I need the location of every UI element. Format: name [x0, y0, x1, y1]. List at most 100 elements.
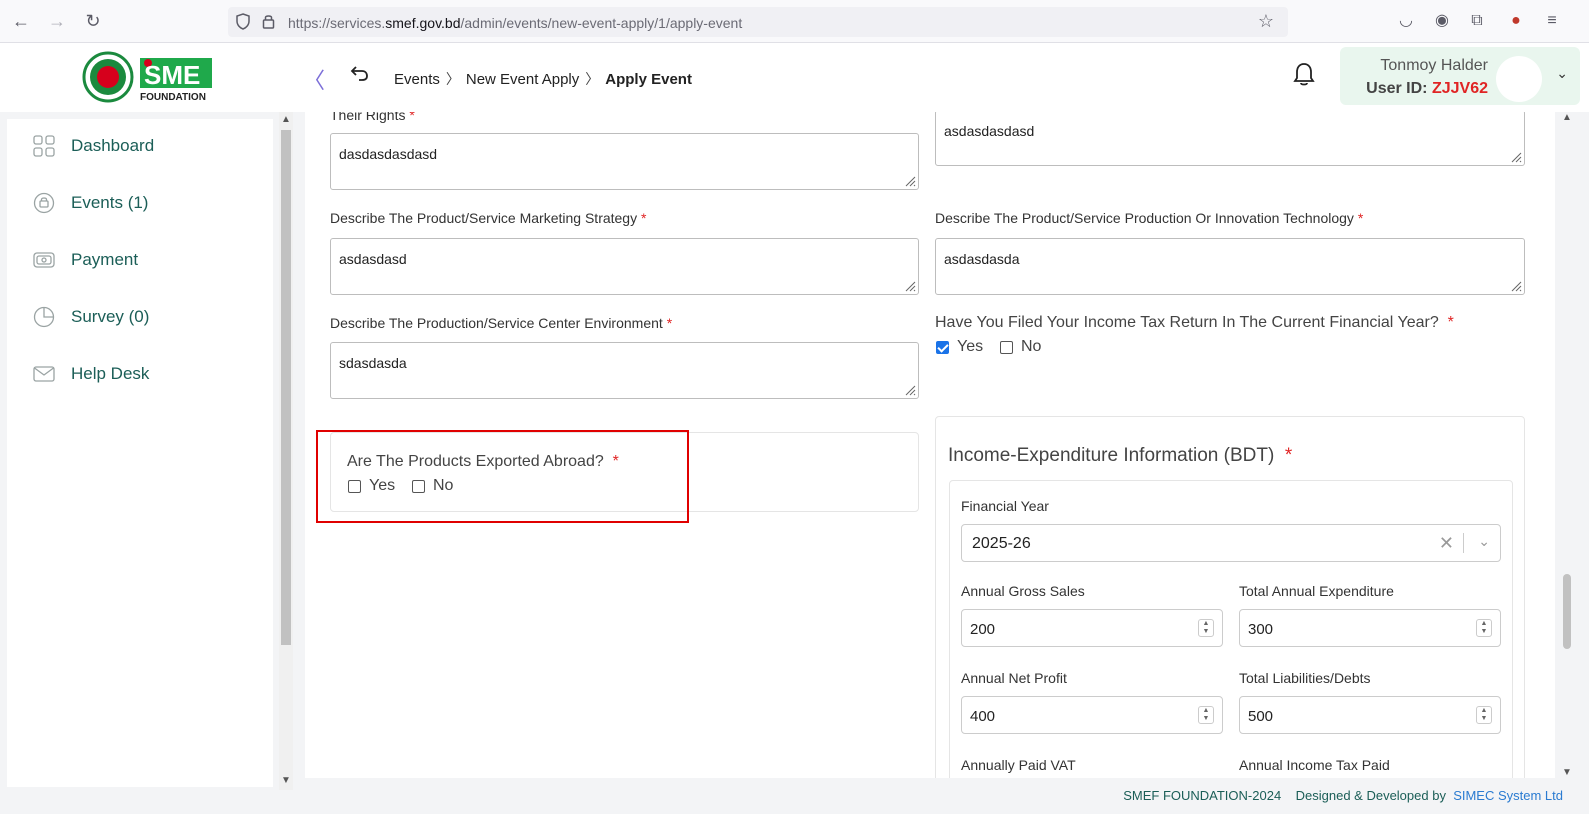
- pie-chart-icon: [33, 306, 55, 328]
- mail-icon: [33, 366, 55, 382]
- breadcrumb: Events 〉 New Event Apply 〉 Apply Event: [394, 69, 692, 89]
- tax-no-label: No: [1021, 338, 1042, 355]
- net-profit-input[interactable]: 400 ▲ ▼: [961, 696, 1223, 734]
- expenditure-input[interactable]: 300 ▲ ▼: [1239, 609, 1501, 647]
- sidebar-item-label: Dashboard: [71, 136, 155, 155]
- scroll-down-icon[interactable]: ▼: [281, 775, 291, 786]
- sidebar-item-label: Help Desk: [71, 364, 150, 383]
- gross-sales-input[interactable]: 200 ▲ ▼: [961, 609, 1223, 647]
- sidebar-item-dashboard[interactable]: Dashboard: [7, 126, 273, 166]
- resize-grip-icon[interactable]: [904, 280, 916, 292]
- browser-toolbar: ← → ↻ https://services.smef.gov.bd/admin…: [0, 0, 1589, 43]
- user-menu[interactable]: Tonmoy Halder User ID: ZJJV62 ⌄: [1340, 47, 1580, 105]
- select-divider: [1463, 533, 1464, 553]
- environment-label: Describe The Production/Service Center E…: [330, 315, 673, 331]
- footer-text: SMEF FOUNDATION-2024 Designed & Develope…: [1123, 788, 1563, 803]
- avatar[interactable]: [1496, 56, 1542, 102]
- back-icon[interactable]: ←: [10, 10, 32, 32]
- net-profit-label: Annual Net Profit: [961, 670, 1067, 686]
- chevron-right-icon: 〉: [445, 71, 460, 87]
- sidebar-item-label: Payment: [71, 250, 139, 269]
- tax-no-checkbox[interactable]: [1000, 340, 1013, 354]
- income-form: Financial Year 2025-26 ✕ ⌄ Annual Gross …: [949, 480, 1513, 778]
- sidebar-scrollbar[interactable]: ▲ ▼: [279, 112, 293, 790]
- lock-icon: [262, 15, 275, 29]
- liabilities-label: Total Liabilities/Debts: [1239, 670, 1371, 686]
- financial-year-select[interactable]: 2025-26 ✕ ⌄: [961, 524, 1501, 562]
- scroll-down-icon[interactable]: ▼: [1562, 767, 1572, 778]
- production-tech-textarea[interactable]: asdasdasda: [935, 238, 1525, 295]
- clear-icon[interactable]: ✕: [1439, 533, 1454, 554]
- chevron-down-icon[interactable]: ⌄: [1556, 65, 1568, 82]
- scroll-up-icon[interactable]: ▲: [281, 114, 291, 125]
- top-right-textarea[interactable]: asdasdasdasd: [935, 112, 1525, 166]
- main-scrollbar[interactable]: ▲ ▼: [1561, 112, 1575, 778]
- breadcrumb-current: Apply Event: [605, 70, 692, 88]
- production-tech-label: Describe The Product/Service Production …: [935, 210, 1364, 226]
- shield-icon: [236, 13, 250, 30]
- chevron-down-icon[interactable]: ⌄: [1478, 533, 1490, 550]
- tax-yes-option[interactable]: Yes: [936, 338, 983, 356]
- footer-company-link[interactable]: SIMEC System Ltd: [1453, 788, 1563, 803]
- scrollbar-thumb[interactable]: [1563, 574, 1571, 649]
- breadcrumb-new-event-apply[interactable]: New Event Apply: [466, 71, 579, 88]
- sidebar-item-survey[interactable]: Survey (0): [7, 297, 273, 337]
- address-bar[interactable]: https://services.smef.gov.bd/admin/event…: [228, 7, 1288, 37]
- user-name: Tonmoy Halder: [1380, 57, 1488, 74]
- marketing-textarea[interactable]: asdasdasd: [330, 238, 919, 295]
- extension-badge-icon[interactable]: ●: [1506, 11, 1526, 31]
- income-expenditure-card: Income-Expenditure Information (BDT) * F…: [935, 416, 1525, 778]
- main-content: Their Rights * dasdasdasdasd Describe Th…: [305, 112, 1555, 778]
- income-title: Income-Expenditure Information (BDT) *: [948, 445, 1293, 466]
- sidebar-item-help-desk[interactable]: Help Desk: [7, 354, 273, 394]
- sme-foundation-logo: SME FOUNDATION: [82, 51, 212, 103]
- account-icon[interactable]: ◉: [1432, 11, 1452, 31]
- resize-grip-icon[interactable]: [904, 384, 916, 396]
- scroll-up-icon[interactable]: ▲: [1562, 112, 1572, 123]
- vat-label: Annually Paid VAT: [961, 757, 1076, 773]
- spinner-icon[interactable]: ▲ ▼: [1476, 619, 1492, 637]
- resize-grip-icon[interactable]: [1510, 151, 1522, 163]
- bookmark-star-icon[interactable]: ☆: [1258, 11, 1274, 32]
- scrollbar-thumb[interactable]: [281, 130, 291, 645]
- footer: SMEF FOUNDATION-2024 Designed & Develope…: [297, 782, 1589, 814]
- payment-icon: [33, 252, 55, 268]
- resize-grip-icon[interactable]: [904, 175, 916, 187]
- spinner-icon[interactable]: ▲ ▼: [1476, 706, 1492, 724]
- rights-textarea[interactable]: dasdasdasdasd: [330, 133, 919, 190]
- extensions-icon[interactable]: ⧉: [1467, 11, 1487, 31]
- undo-back-icon[interactable]: [350, 63, 370, 83]
- svg-text:FOUNDATION: FOUNDATION: [140, 92, 206, 103]
- app-header: SME FOUNDATION 〈 Events 〉 New Event Appl…: [0, 43, 1589, 112]
- highlight-box: [316, 430, 689, 523]
- sidebar-item-label: Events (1): [71, 193, 149, 212]
- resize-grip-icon[interactable]: [1510, 280, 1522, 292]
- financial-year-value: 2025-26: [972, 535, 1031, 552]
- pocket-icon[interactable]: ◡: [1396, 11, 1416, 31]
- forward-icon[interactable]: →: [46, 10, 68, 32]
- sidebar: Dashboard Events (1) Payment Survey (0) …: [7, 119, 273, 787]
- liabilities-input[interactable]: 500 ▲ ▼: [1239, 696, 1501, 734]
- tax-question-label: Have You Filed Your Income Tax Return In…: [935, 314, 1454, 331]
- tax-yes-checkbox[interactable]: [936, 340, 949, 354]
- gross-sales-label: Annual Gross Sales: [961, 583, 1085, 599]
- bell-icon[interactable]: [1292, 62, 1316, 88]
- svg-text:SME: SME: [144, 60, 200, 90]
- user-id: User ID: ZJJV62: [1366, 80, 1488, 97]
- tax-no-option[interactable]: No: [1000, 338, 1041, 356]
- sidebar-item-label: Survey (0): [71, 307, 150, 326]
- menu-icon[interactable]: ≡: [1542, 11, 1562, 31]
- breadcrumb-events[interactable]: Events: [394, 71, 440, 88]
- expenditure-label: Total Annual Expenditure: [1239, 583, 1394, 599]
- spinner-icon[interactable]: ▲ ▼: [1198, 619, 1214, 637]
- marketing-label: Describe The Product/Service Marketing S…: [330, 210, 647, 226]
- reload-icon[interactable]: ↻: [82, 10, 104, 32]
- sidebar-collapse-icon[interactable]: 〈: [303, 63, 325, 95]
- financial-year-label: Financial Year: [961, 498, 1049, 514]
- events-icon: [33, 192, 55, 214]
- url-text: https://services.smef.gov.bd/admin/event…: [288, 15, 743, 31]
- sidebar-item-payment[interactable]: Payment: [7, 240, 273, 280]
- spinner-icon[interactable]: ▲ ▼: [1198, 706, 1214, 724]
- sidebar-item-events[interactable]: Events (1): [7, 183, 273, 223]
- environment-textarea[interactable]: sdasdasda: [330, 342, 919, 399]
